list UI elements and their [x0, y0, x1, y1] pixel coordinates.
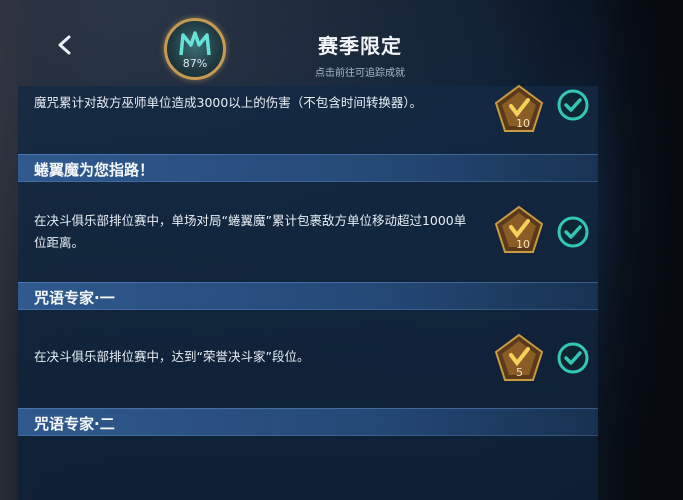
section-header: 咒语专家·二 [18, 408, 598, 436]
reward-count: 5 [516, 366, 523, 379]
achievement-description: 在决斗俱乐部排位赛中，达到“荣誉决斗家”段位。 [34, 349, 310, 364]
section-header: 咒语专家·一 [18, 282, 598, 310]
section-header: 蜷翼魔为您指路！ [18, 154, 598, 182]
claim-check-button[interactable] [556, 215, 590, 249]
reward-count: 10 [516, 238, 530, 251]
check-circle-icon [557, 89, 589, 121]
check-circle-icon [557, 342, 589, 374]
progress-percent: 87% [182, 57, 208, 70]
section-title: 咒语专家·一 [34, 289, 115, 307]
page-subtitle: 点击前往可追踪成就 [315, 68, 405, 79]
back-arrow-icon [58, 35, 71, 55]
reward-badge: 10 [494, 205, 544, 255]
claim-check-button[interactable] [556, 88, 590, 122]
reward-count: 10 [516, 117, 530, 130]
page-title: 赛季限定 [318, 34, 402, 58]
check-circle-icon [557, 216, 589, 248]
back-button[interactable] [50, 30, 80, 60]
background-right-shade [593, 0, 683, 500]
header: 87% 赛季限定 点击前往可追踪成就 [0, 0, 683, 86]
achievement-description: 魔咒累计对敌方巫师单位造成3000以上的伤害（不包含时间转换器）。 [34, 95, 423, 110]
section-title: 咒语专家·二 [34, 415, 115, 433]
reward-badge: 5 [494, 333, 544, 383]
claim-check-button[interactable] [556, 341, 590, 375]
reward-badge: 10 [494, 84, 544, 134]
season-progress-medallion: 87% [164, 18, 226, 80]
section-title: 蜷翼魔为您指路！ [34, 161, 155, 179]
achievement-description: 在决斗俱乐部排位赛中，单场对局“蜷翼魔”累计包裹敌方单位移动超过1000单位距离… [34, 213, 467, 250]
